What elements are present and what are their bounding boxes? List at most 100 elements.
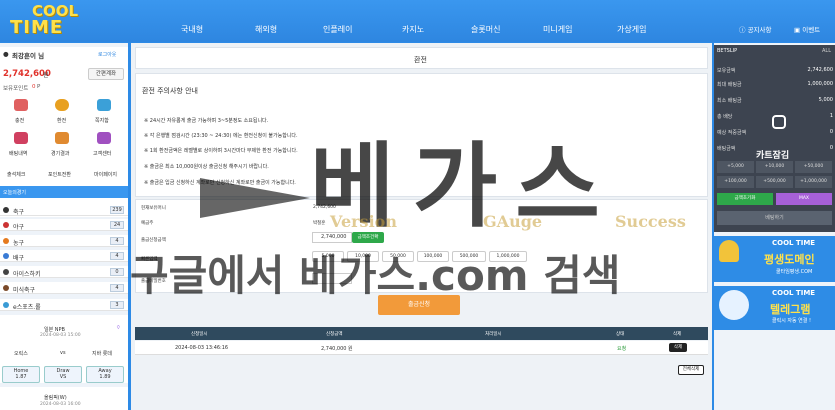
quick-label: 쪽지함: [95, 118, 109, 124]
bet-row-value: 1: [829, 113, 833, 119]
sport-row-basketball[interactable]: 농구 4: [0, 235, 128, 247]
baseball-icon: [3, 222, 9, 228]
bet-max-button[interactable]: MAX: [776, 193, 832, 205]
bet-row-label: 배팅금액: [717, 146, 736, 152]
quick-label: 고객센터: [93, 151, 112, 157]
row-amount: 2,740,000 원: [321, 346, 353, 352]
point-convert-button[interactable]: 포인트전환: [48, 171, 71, 178]
row-delete-button[interactable]: 삭제: [669, 343, 687, 352]
nav-item-slot[interactable]: 슬롯머신: [471, 24, 500, 35]
nav-item-inplay[interactable]: 인플레이: [323, 24, 352, 35]
points-value: 0: [32, 84, 36, 90]
event-link[interactable]: ▣ 이벤트: [794, 24, 820, 34]
notice-title: 환전 주의사항 안내: [142, 87, 198, 95]
place-bet-button[interactable]: 베팅하기: [717, 211, 832, 225]
support-icon: [97, 132, 111, 144]
page-title-bar: 환전: [135, 47, 708, 69]
col-header: 신청금액: [326, 332, 343, 337]
bet-row-label: 보유금액: [717, 68, 736, 74]
notice-link[interactable]: ⓘ 공지사항: [739, 24, 772, 34]
soccer-icon: [3, 207, 9, 213]
user-name: 최강훈이 님: [12, 52, 45, 60]
bet-amount-500000[interactable]: +500,000: [756, 176, 793, 188]
bet-amount-50000[interactable]: +50,000: [795, 161, 832, 173]
odds-value: 1.87: [15, 374, 27, 380]
bet-amount-5000[interactable]: +5,000: [717, 161, 754, 173]
bet-row: 최소 배팅금 5,000: [717, 97, 833, 109]
sport-row-baseball[interactable]: 야구 24: [0, 219, 128, 231]
simple-account-button[interactable]: 간편계좌: [88, 68, 124, 80]
sport-row-football[interactable]: 미식축구 4: [0, 282, 128, 294]
betslip-title: BETSLIP: [717, 48, 738, 54]
sport-count: 4: [110, 284, 124, 292]
nav-item-domestic[interactable]: 국내형: [181, 24, 203, 35]
notice-line: ※ 1회 환전금액은 레벨별로 상이하며 3시간마다 무제한 환전 가능합니다.: [144, 148, 298, 154]
betslip-all[interactable]: ALL: [822, 48, 831, 54]
esports-icon: [3, 302, 9, 308]
nav-item-minigame[interactable]: 미니게임: [543, 24, 572, 35]
banner-domain[interactable]: COOL TIME 평생도메인 쿨타임평생.COM: [714, 236, 835, 282]
logout-link[interactable]: 로그아웃: [98, 51, 116, 58]
basketball-icon: [3, 238, 9, 244]
col-header: 처리일시: [485, 332, 502, 337]
sport-name: 야구: [13, 224, 25, 231]
bet-amount-10000[interactable]: +10,000: [756, 161, 793, 173]
mypage-button[interactable]: 마이페이지: [94, 171, 117, 178]
nav-item-overseas[interactable]: 해외형: [255, 24, 277, 35]
form-label: 현재보유머니: [141, 206, 166, 211]
bet-row-label: 총 배당: [717, 114, 733, 120]
sport-count: 239: [110, 206, 124, 214]
odds-draw-button[interactable]: Draw VS: [44, 366, 82, 383]
points-label: 보유포인트: [3, 86, 29, 92]
table-row: 2024-08-03 13:46:16 2,740,000 원 요청 삭제: [135, 341, 708, 355]
nav-item-casino[interactable]: 카지노: [402, 24, 424, 35]
sport-row-hockey[interactable]: 아이스하키 0: [0, 266, 128, 278]
banner-main: 텔레그램: [770, 303, 811, 316]
delete-all-button[interactable]: 전체삭제: [678, 365, 704, 375]
main-nav: 국내형 해외형 인플레이 카지노 슬롯머신 미니게임 가상게임: [0, 24, 835, 36]
sports-title: 오늘의경기: [3, 190, 27, 196]
bell-icon: [719, 240, 739, 262]
odds-away-button[interactable]: Away 1.89: [86, 366, 124, 383]
bet-row: 예상 적중금액 0: [717, 129, 833, 141]
bet-amount-1000000[interactable]: +1,000,000: [795, 176, 832, 188]
sport-name: 아이스하키: [13, 271, 41, 278]
nav-item-virtual[interactable]: 가상게임: [617, 24, 646, 35]
bet-reset-button[interactable]: 금액초기화: [717, 193, 773, 205]
quick-label: 환전: [57, 118, 67, 124]
banner-title: COOL TIME: [772, 289, 816, 297]
watermark-sub: GAuge: [483, 212, 543, 231]
sport-name: 미식축구: [13, 287, 36, 294]
match-time: 2024-08-03 15:00: [40, 333, 81, 338]
history-table-header: 신청일시 신청금액 처리일시 상태 삭제: [135, 327, 708, 340]
next-match-time: 2024-08-03 16:00: [40, 402, 81, 407]
bet-amount-100000[interactable]: +100,000: [717, 176, 754, 188]
bet-row-value: 0: [829, 129, 833, 135]
banner-telegram[interactable]: COOL TIME 텔레그램 클릭시 자동 연결 !: [714, 286, 835, 330]
sport-row-esports[interactable]: e스포츠.롤 3: [0, 299, 128, 311]
sport-count: 24: [110, 221, 124, 229]
top-header: COOL TIME 국내형 해외형 인플레이 카지노 슬롯머신 미니게임 가상게…: [0, 0, 835, 42]
odds-value: 1.89: [99, 374, 111, 380]
sport-row-volleyball[interactable]: 배구 4: [0, 250, 128, 262]
page-title: 환전: [414, 56, 427, 64]
bet-row-value: 2,742,600: [807, 67, 833, 73]
match-league: 일본 NPB: [44, 327, 65, 333]
odds-home-button[interactable]: Home 1.87: [2, 366, 40, 383]
bet-row-label: 최소 배팅금: [717, 98, 742, 104]
deposit-icon: [14, 99, 28, 111]
sport-count: 3: [110, 301, 124, 309]
lock-icon: [772, 115, 786, 129]
trophy-icon: [55, 132, 69, 144]
match-away: 지바 롯데: [92, 351, 112, 357]
betslip-panel: BETSLIP ALL 보유금액 2,742,600 최대 배팅금 1,000,00…: [714, 45, 835, 232]
volleyball-icon: [3, 253, 9, 259]
sport-count: 4: [110, 252, 124, 260]
match-card: 일본 NPB ⌔ 2024-08-03 15:00 오릭스 vs 지바 롯데 H…: [0, 315, 128, 383]
sport-row-soccer[interactable]: 축구 239: [0, 204, 128, 216]
sport-count: 0: [110, 268, 124, 276]
col-header: 신청일시: [191, 332, 208, 337]
form-label: 예금주: [141, 221, 154, 226]
attendance-button[interactable]: 출석체크: [7, 171, 25, 178]
row-status: 요청: [617, 346, 627, 352]
